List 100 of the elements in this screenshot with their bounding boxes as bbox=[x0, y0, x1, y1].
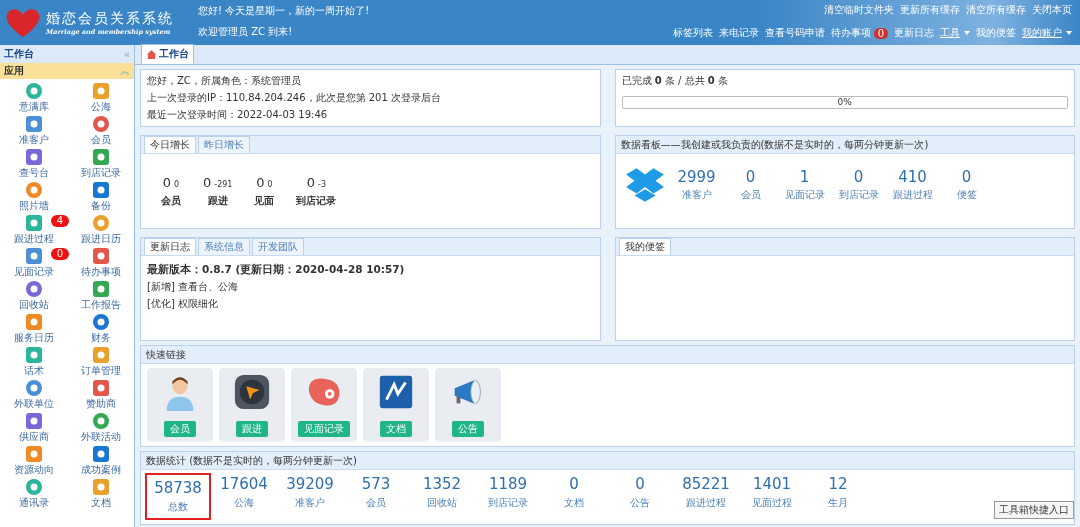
page-tab[interactable]: 工作台 bbox=[141, 44, 194, 64]
stat-label: 见面过程 bbox=[752, 496, 792, 510]
app-icon[interactable] bbox=[90, 246, 111, 266]
sidebar-item[interactable]: 话术 bbox=[23, 365, 44, 377]
sidebar-item[interactable]: 准客户 bbox=[18, 134, 49, 146]
sidebar-item[interactable]: 待办事项 bbox=[80, 266, 121, 278]
header-link[interactable]: 待办事项 bbox=[830, 26, 871, 40]
sidebar-item[interactable]: 财务 bbox=[90, 332, 111, 344]
stat-value: 1401 bbox=[752, 475, 792, 493]
app-icon[interactable] bbox=[90, 147, 111, 167]
sidebar-item[interactable]: 服务日历 bbox=[13, 332, 54, 344]
sidebar-item[interactable]: 意满库 bbox=[18, 101, 49, 113]
count-badge: 0 bbox=[50, 248, 69, 260]
sidebar-item[interactable]: 照片墙 bbox=[18, 200, 49, 212]
sidebar-item[interactable]: 见面记录 bbox=[13, 266, 54, 278]
panel-tab[interactable]: 我的便签 bbox=[618, 238, 671, 255]
stat-label: 会员 bbox=[366, 496, 386, 510]
app-icon[interactable] bbox=[23, 147, 44, 167]
sidebar-item[interactable]: 订单管理 bbox=[80, 365, 121, 377]
app-icon[interactable] bbox=[90, 81, 111, 101]
sidebar-item[interactable]: 供应商 bbox=[18, 431, 49, 443]
stat-value: 1352 bbox=[422, 475, 462, 493]
board-value: 2999 bbox=[677, 168, 716, 186]
stat-label: 生月 bbox=[828, 496, 848, 510]
app-icon[interactable] bbox=[90, 378, 111, 398]
app-icon[interactable] bbox=[90, 279, 111, 299]
sidebar-item[interactable]: 外联活动 bbox=[80, 431, 121, 443]
sidebar-item[interactable]: 回收站 bbox=[18, 299, 49, 311]
panel-title: 数据统计 (数据不是实时的，每两分钟更新一次) bbox=[146, 453, 357, 468]
app-icon[interactable] bbox=[90, 345, 111, 365]
toolbox-shortcut[interactable]: 工具箱快捷入口 bbox=[994, 501, 1074, 519]
sidebar-item[interactable]: 跟进过程 bbox=[13, 233, 54, 245]
header-link[interactable]: 来电记录 bbox=[718, 26, 759, 40]
sidebar-item[interactable]: 跟进日历 bbox=[80, 233, 121, 245]
app-icon[interactable] bbox=[23, 279, 44, 299]
count-badge: 4 bbox=[50, 215, 69, 227]
growth-value: 0 bbox=[162, 175, 172, 190]
stat-label: 跟进过程 bbox=[686, 496, 726, 510]
panel-tab[interactable]: 更新日志 bbox=[144, 238, 196, 255]
profile-line: 上一次登录的IP：110.84.204.246，此次是您第 201 次登录后台 bbox=[147, 91, 442, 105]
header-link[interactable]: 清空临时文件夹 bbox=[824, 3, 894, 17]
board-label: 便签 bbox=[956, 188, 977, 202]
app-icon[interactable] bbox=[23, 246, 44, 266]
profile-line: 最近一次登录时间：2022-04-03 19:46 bbox=[147, 108, 329, 122]
app-icon[interactable] bbox=[90, 444, 111, 464]
caret-icon bbox=[1066, 31, 1072, 35]
app-icon[interactable] bbox=[90, 114, 111, 134]
stat-value: 17604 bbox=[220, 475, 268, 493]
sidebar-item[interactable]: 会员 bbox=[90, 134, 111, 146]
sidebar-item[interactable]: 外联单位 bbox=[13, 398, 54, 410]
panel-tab[interactable]: 系统信息 bbox=[198, 238, 250, 255]
growth-label: 会员 bbox=[161, 194, 181, 208]
count-badge: 0 bbox=[873, 27, 888, 39]
stat-label: 回收站 bbox=[427, 496, 457, 510]
sidebar-item[interactable]: 文档 bbox=[90, 497, 111, 509]
app-icon[interactable] bbox=[90, 411, 111, 431]
app-icon[interactable] bbox=[23, 180, 44, 200]
panel-tab[interactable]: 开发团队 bbox=[252, 238, 304, 255]
version-heading: 最新版本：0.8.7 (更新日期：2020-04-28 10:57) bbox=[147, 263, 406, 277]
app-icon[interactable] bbox=[23, 411, 44, 431]
panel-tab[interactable]: 昨日增长 bbox=[198, 136, 250, 153]
board-label: 跟进过程 bbox=[892, 188, 933, 202]
app-icon[interactable] bbox=[23, 312, 44, 332]
panel-title: 快速链接 bbox=[146, 347, 186, 362]
header-link[interactable]: 查看号码申请 bbox=[764, 26, 825, 40]
sidebar-item[interactable]: 到店记录 bbox=[80, 167, 121, 179]
app-icon[interactable] bbox=[90, 213, 111, 233]
sidebar-item[interactable]: 备份 bbox=[90, 200, 111, 212]
growth-value: 0 bbox=[256, 175, 265, 190]
app-icon[interactable] bbox=[23, 213, 44, 233]
header-link[interactable]: 关闭本页 bbox=[1032, 3, 1072, 17]
section-title: 应用 bbox=[4, 64, 24, 78]
app-icon[interactable] bbox=[23, 114, 44, 134]
sidebar-item[interactable]: 工作报告 bbox=[80, 299, 121, 311]
heart-gift-logo-icon bbox=[4, 6, 42, 39]
board-value: 0 bbox=[745, 168, 756, 186]
sidebar-item[interactable]: 成功案例 bbox=[80, 464, 121, 476]
app-icon[interactable] bbox=[23, 81, 44, 101]
app-icon[interactable] bbox=[90, 477, 111, 497]
stat-value: 573 bbox=[361, 475, 391, 493]
app-icon[interactable] bbox=[23, 345, 44, 365]
growth-label: 到店记录 bbox=[296, 194, 337, 208]
app-icon[interactable] bbox=[23, 378, 44, 398]
app-icon[interactable] bbox=[90, 312, 111, 332]
app-icon[interactable] bbox=[23, 444, 44, 464]
header-link[interactable]: 标签列表 bbox=[672, 26, 713, 40]
board-value: 1 bbox=[799, 168, 810, 186]
sidebar-item[interactable]: 资源动向 bbox=[13, 464, 54, 476]
document-app-icon bbox=[377, 373, 415, 411]
sidebar-item[interactable]: 通讯录 bbox=[18, 497, 49, 509]
header-menu[interactable]: 我的账户 bbox=[1022, 26, 1072, 40]
stat-label: 公告 bbox=[630, 496, 650, 510]
sidebar-item[interactable]: 查号台 bbox=[18, 167, 49, 179]
app-icon[interactable] bbox=[23, 477, 44, 497]
sidebar-item[interactable]: 公海 bbox=[90, 101, 111, 113]
app-icon[interactable] bbox=[90, 180, 111, 200]
growth-delta: 0 bbox=[174, 180, 180, 189]
sidebar-item[interactable]: 赞助商 bbox=[85, 398, 116, 410]
panel-tab[interactable]: 今日增长 bbox=[144, 136, 196, 153]
welcome-text: 欢迎管理员 ZC 到来! bbox=[198, 25, 294, 39]
